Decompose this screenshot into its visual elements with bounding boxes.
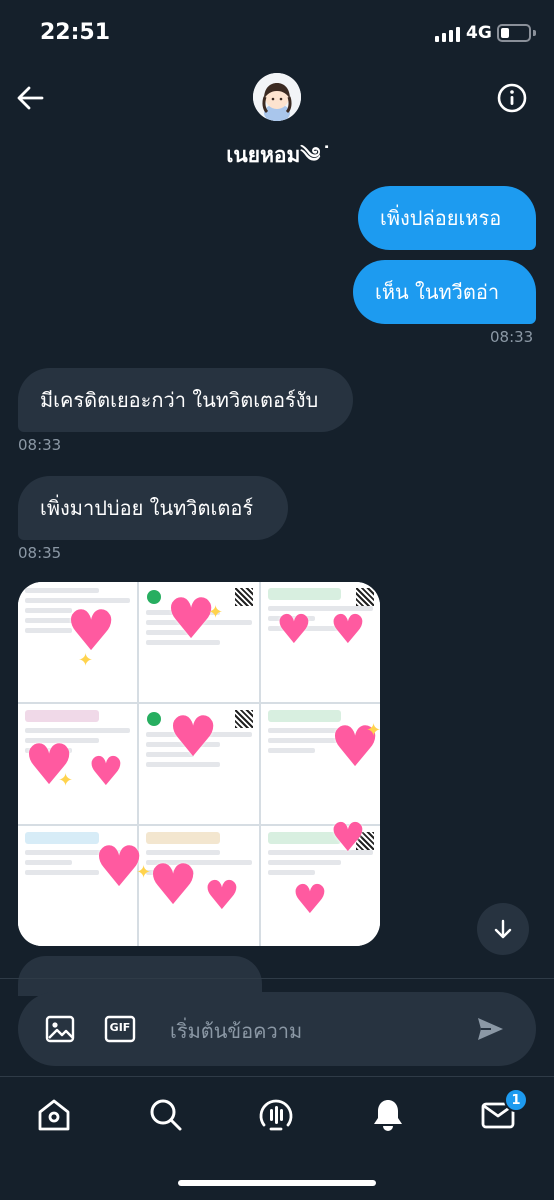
search-icon[interactable] — [146, 1095, 186, 1135]
message-bubble-received-partial[interactable] — [18, 956, 262, 996]
chat-header: เนยหอม༄ ͘ — [0, 70, 554, 170]
sparkle-icon: ✦ — [208, 602, 224, 623]
sparkle-icon: ✦ — [78, 650, 94, 671]
sparkle-icon: ✦ — [136, 862, 152, 883]
signal-icon — [435, 26, 460, 42]
sparkle-icon: ✦ — [366, 720, 380, 741]
arrow-down-icon — [494, 919, 512, 939]
message-timestamp: 08:33 — [490, 328, 534, 346]
message-text: เพิ่งปล่อยเหรอ — [380, 206, 502, 230]
message-text: เพิ่งมาปบ่อย ในทวิตเตอร์ — [40, 496, 254, 520]
back-arrow-icon[interactable] — [14, 82, 46, 114]
info-icon[interactable] — [496, 82, 528, 114]
heart-sticker: ♥ — [330, 815, 366, 861]
message-bubble-sent[interactable]: เพิ่งปล่อยเหรอ — [358, 186, 536, 250]
sparkle-icon: ✦ — [58, 770, 74, 791]
battery-cap — [533, 30, 536, 36]
image-icon[interactable] — [44, 1013, 76, 1045]
home-indicator[interactable] — [178, 1180, 376, 1186]
divider — [0, 978, 554, 979]
notification-badge: 1 — [504, 1088, 528, 1112]
bell-icon[interactable] — [368, 1095, 408, 1135]
heart-sticker: ♥ — [330, 607, 366, 653]
battery-icon — [497, 24, 531, 42]
heart-sticker: ♥ — [276, 607, 312, 653]
scroll-to-bottom-button[interactable] — [477, 903, 529, 955]
message-timestamp: 08:35 — [18, 544, 62, 562]
message-bubble-sent[interactable]: เห็น ในทวีตอ่า — [353, 260, 536, 324]
status-time: 22:51 — [40, 20, 111, 45]
gif-label: GIF — [109, 1021, 131, 1034]
message-bubble-received[interactable]: มีเครดิตเยอะกว่า ในทวิตเตอร์งับ — [18, 368, 353, 432]
heart-sticker: ♥ — [88, 749, 124, 795]
network-type: 4G — [466, 23, 492, 43]
message-bubble-received[interactable]: เพิ่งมาปบ่อย ในทวิตเตอร์ — [18, 476, 288, 540]
home-icon[interactable] — [34, 1095, 74, 1135]
spaces-icon[interactable] — [256, 1095, 296, 1135]
gif-icon[interactable]: GIF — [104, 1013, 136, 1045]
heart-sticker: ♥ — [148, 853, 199, 918]
contact-name[interactable]: เนยหอม༄ ͘ — [0, 132, 554, 191]
heart-sticker: ♥ — [292, 877, 328, 923]
message-text: มีเครดิตเยอะกว่า ในทวิตเตอร์งับ — [40, 388, 319, 412]
message-text: เห็น ในทวีตอ่า — [375, 280, 500, 304]
media-collage-image[interactable]: ♥ ♥ ♥ ♥ ♥ ♥ ♥ ♥ ♥ ♥ ♥ ♥ ♥ ✦ ✦ ✦ ✦ ✦ — [18, 582, 380, 946]
message-timestamp: 08:33 — [18, 436, 62, 454]
message-input[interactable]: เริ่มต้นข้อความ — [170, 1015, 302, 1047]
avatar[interactable] — [253, 73, 301, 121]
status-bar: 22:51 4G — [0, 0, 554, 70]
message-composer: GIF เริ่มต้นข้อความ — [18, 992, 536, 1066]
send-icon[interactable] — [474, 1013, 506, 1045]
heart-sticker: ♥ — [204, 873, 240, 919]
heart-sticker: ♥ — [168, 705, 219, 770]
